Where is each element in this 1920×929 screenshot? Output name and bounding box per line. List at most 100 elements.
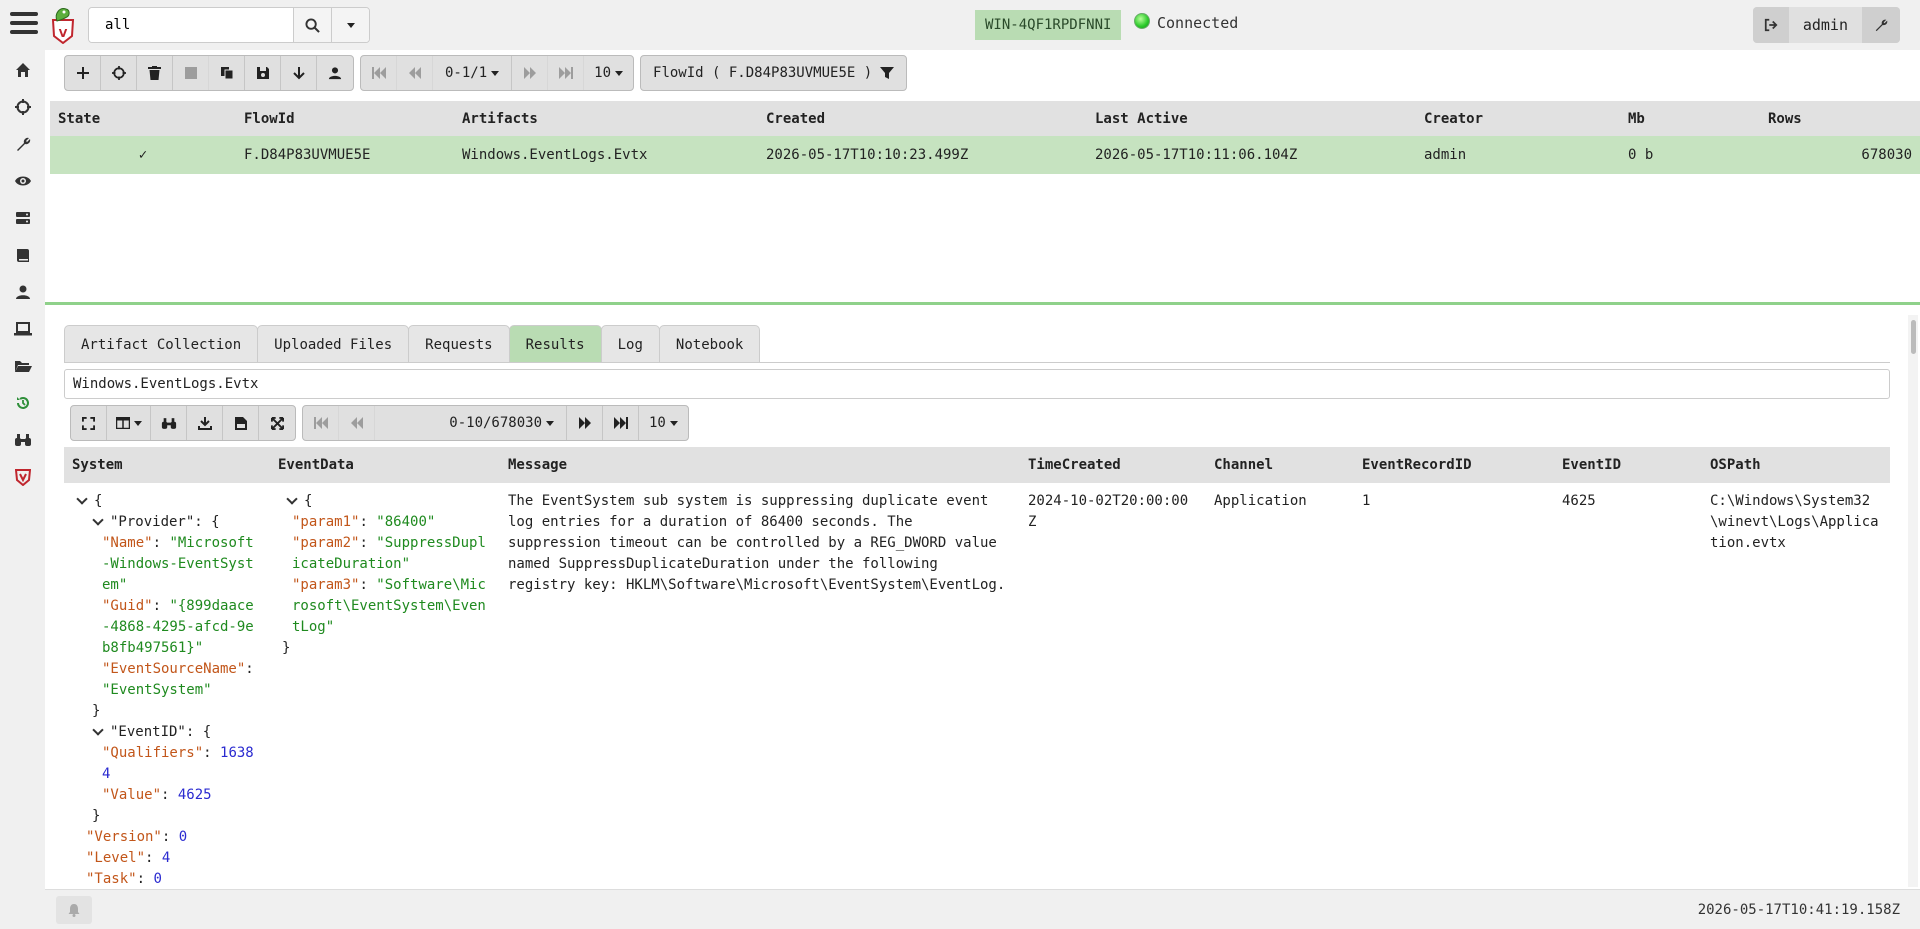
search-options-dropdown[interactable]: [331, 8, 369, 42]
json-brace: {: [304, 493, 313, 509]
binoculars-icon: [161, 417, 176, 429]
folder-open-icon[interactable]: [13, 356, 33, 376]
copy-button[interactable]: [209, 56, 245, 90]
save-button[interactable]: [245, 56, 281, 90]
hunt-button[interactable]: [101, 56, 137, 90]
flow-detail-tabs: Artifact Collection Uploaded Files Reque…: [64, 325, 761, 363]
column-header[interactable]: TimeCreated: [1020, 447, 1206, 483]
collapse-toggle-icon[interactable]: [76, 495, 88, 507]
wrench-icon[interactable]: [13, 134, 33, 154]
binoculars-icon[interactable]: [13, 430, 33, 450]
history-icon[interactable]: [13, 393, 33, 413]
column-header[interactable]: Channel: [1206, 447, 1354, 483]
first-page-button[interactable]: [361, 56, 397, 90]
collapse-toggle-icon[interactable]: [286, 495, 298, 507]
column-header[interactable]: OSPath: [1702, 447, 1890, 483]
last-page-button[interactable]: [603, 406, 639, 440]
column-header[interactable]: Rows: [1760, 101, 1920, 136]
connection-status-icon: [1134, 13, 1150, 29]
client-id-badge[interactable]: WIN-4QF1RPDFNNI: [975, 10, 1122, 40]
json-number: 4: [161, 850, 171, 866]
column-header[interactable]: Artifacts: [454, 101, 758, 136]
first-page-button[interactable]: [303, 406, 339, 440]
laptop-icon[interactable]: [13, 319, 33, 339]
column-header[interactable]: EventID: [1554, 447, 1702, 483]
message-cell: The EventSystem sub system is suppressin…: [508, 493, 1006, 593]
artifact-selector[interactable]: Windows.EventLogs.Evtx: [64, 369, 1890, 399]
crosshairs-icon[interactable]: [13, 97, 33, 117]
book-icon[interactable]: [13, 245, 33, 265]
tab-uploaded-files[interactable]: Uploaded Files: [257, 325, 410, 363]
prev-page-button[interactable]: [397, 56, 433, 90]
pane-splitter[interactable]: [45, 302, 1920, 305]
column-header[interactable]: Mb: [1620, 101, 1760, 136]
stop-button[interactable]: [173, 56, 209, 90]
next-page-button[interactable]: [512, 56, 549, 90]
collapse-toggle-icon[interactable]: [92, 516, 104, 528]
tab-notebook[interactable]: Notebook: [658, 325, 761, 363]
column-header[interactable]: Created: [758, 101, 1087, 136]
table-row[interactable]: ✓ F.D84P83UVMUE5E Windows.EventLogs.Evtx…: [50, 136, 1920, 174]
column-header[interactable]: FlowId: [236, 101, 454, 136]
page-size-dropdown[interactable]: 10: [584, 56, 633, 90]
last-page-icon: [613, 417, 628, 429]
top-bar: V WIN-4QF1RPDFNNI Connected admin: [0, 0, 1920, 50]
column-selector-button[interactable]: [107, 406, 151, 440]
maximize-button[interactable]: [259, 406, 295, 440]
search-results-button[interactable]: [151, 406, 187, 440]
tab-divider: [64, 362, 1890, 363]
sidebar: [0, 50, 45, 929]
new-collection-button[interactable]: [65, 56, 101, 90]
json-key: "Name": [102, 535, 153, 551]
flow-filter-button[interactable]: FlowId ( F.D84P83UVMUE5E ): [641, 56, 906, 90]
export-csv-button[interactable]: [223, 406, 259, 440]
hamburger-menu-icon[interactable]: [10, 12, 38, 38]
column-header[interactable]: Last Active: [1087, 101, 1416, 136]
first-page-icon: [371, 67, 386, 79]
eye-icon[interactable]: [13, 171, 33, 191]
fullscreen-button[interactable]: [71, 406, 107, 440]
server-icon[interactable]: [13, 208, 33, 228]
search-button[interactable]: [293, 8, 331, 42]
column-header[interactable]: Message: [500, 447, 1020, 483]
json-key: "Task": [86, 871, 137, 887]
user-settings-button[interactable]: [1862, 7, 1900, 43]
json-number: 0: [178, 829, 188, 845]
tab-artifact-collection[interactable]: Artifact Collection: [64, 325, 259, 363]
client-search-input[interactable]: [89, 8, 293, 42]
velociraptor-shield-icon[interactable]: [13, 467, 33, 487]
column-header[interactable]: EventData: [270, 447, 500, 483]
table-row[interactable]: { "Provider": { "Name": "Microsoft-Windo…: [64, 483, 1890, 889]
last-page-button[interactable]: [548, 56, 585, 90]
page-size-dropdown[interactable]: 10: [639, 406, 688, 440]
scrollbar-thumb[interactable]: [1911, 320, 1916, 354]
download-button[interactable]: [281, 56, 317, 90]
tab-results[interactable]: Results: [508, 325, 602, 363]
notifications-button[interactable]: [56, 896, 92, 924]
event-record-id-cell: 1: [1362, 493, 1371, 509]
column-header[interactable]: State: [50, 101, 236, 136]
user-icon[interactable]: [13, 282, 33, 302]
page-range-dropdown[interactable]: 0-10/678030: [375, 406, 567, 440]
column-header[interactable]: EventRecordID: [1354, 447, 1554, 483]
column-header[interactable]: System: [64, 447, 270, 483]
page-range-dropdown[interactable]: 0-1/1: [433, 56, 513, 90]
home-icon[interactable]: [13, 60, 33, 80]
user-name[interactable]: admin: [1788, 7, 1862, 43]
prev-page-button[interactable]: [339, 406, 375, 440]
delete-button[interactable]: [137, 56, 173, 90]
scrollbar[interactable]: [1908, 315, 1918, 887]
json-number: 0: [153, 871, 162, 887]
tab-requests[interactable]: Requests: [408, 325, 510, 363]
velociraptor-logo: V: [48, 6, 78, 45]
tab-log[interactable]: Log: [600, 325, 660, 363]
logout-button[interactable]: [1752, 7, 1789, 43]
copy-icon: [220, 67, 233, 80]
user-controls: admin: [1752, 7, 1900, 43]
download-results-button[interactable]: [187, 406, 223, 440]
user-filter-button[interactable]: [317, 56, 353, 90]
collapse-toggle-icon[interactable]: [92, 726, 104, 738]
next-page-button[interactable]: [567, 406, 603, 440]
column-header[interactable]: Creator: [1416, 101, 1620, 136]
json-key: "EventSourceName": [102, 661, 246, 677]
